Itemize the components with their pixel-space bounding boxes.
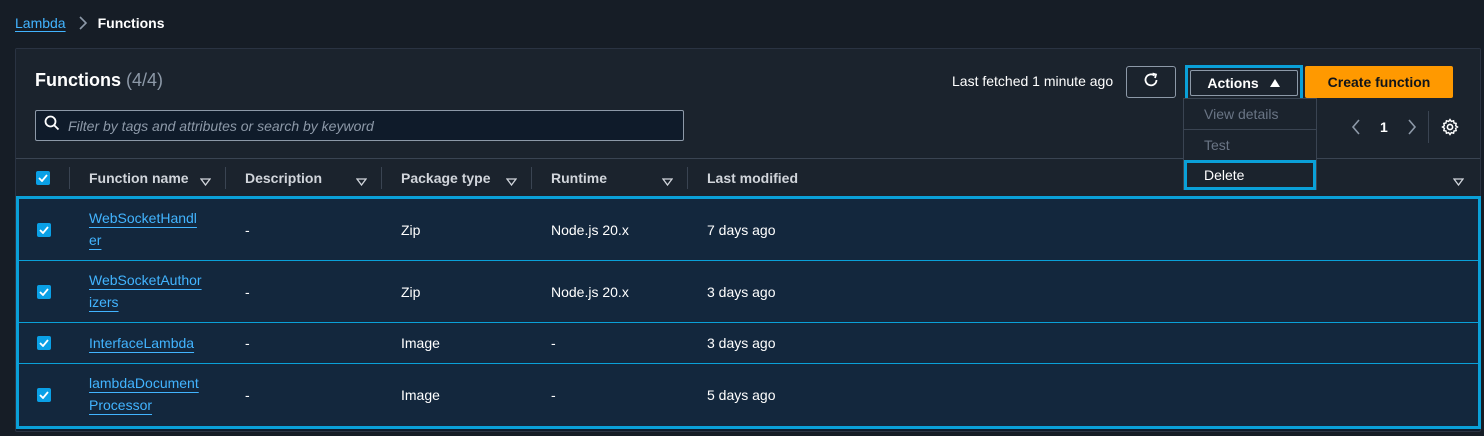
search-icon [44, 115, 60, 136]
checkbox-checked-icon [38, 174, 48, 182]
table-row[interactable]: WebSocketHandl er - Zip Node.js 20.x 7 d… [19, 199, 1478, 261]
cell-runtime: - [551, 335, 556, 351]
column-header-last-modified[interactable]: Last modified [707, 170, 798, 186]
menu-item-test[interactable]: Test [1184, 130, 1316, 160]
actions-dropdown-menu: View details Test Delete [1183, 98, 1317, 190]
function-name-line-2: er [89, 232, 102, 248]
checkbox-checked-icon [39, 391, 49, 399]
caret-down-icon[interactable] [1452, 173, 1465, 191]
chevron-right-icon[interactable] [1402, 119, 1422, 135]
cell-last-modified: 3 days ago [707, 284, 776, 300]
create-function-button[interactable]: Create function [1305, 66, 1453, 98]
cell-package-type: Image [401, 335, 440, 351]
actions-button[interactable]: Actions [1190, 70, 1298, 96]
cell-description: - [245, 335, 250, 351]
actions-label: Actions [1207, 75, 1259, 91]
caret-down-icon[interactable] [355, 173, 368, 191]
page-number[interactable]: 1 [1380, 119, 1388, 135]
menu-item-view-details[interactable]: View details [1184, 99, 1316, 129]
table-row[interactable]: InterfaceLambda - Image - 3 days ago [19, 323, 1478, 364]
cell-description: - [245, 222, 250, 238]
chevron-left-icon[interactable] [1346, 119, 1366, 135]
checkbox-checked-icon [39, 339, 49, 347]
cell-package-type: Zip [401, 284, 421, 300]
cell-last-modified: 3 days ago [707, 335, 776, 351]
function-name-line-2: Processor [89, 397, 153, 413]
select-all-checkbox[interactable] [36, 171, 50, 185]
function-name-line-1: WebSocketAuthor [89, 272, 202, 288]
row-checkbox[interactable] [37, 388, 51, 402]
cell-last-modified: 5 days ago [707, 387, 776, 403]
function-name-line-1: lambdaDocument [89, 375, 199, 391]
row-checkbox[interactable] [37, 336, 51, 350]
column-divider [69, 167, 70, 189]
breadcrumb-current: Functions [97, 15, 165, 31]
cell-package-type: Image [401, 387, 440, 403]
function-name-link[interactable]: WebSocketHandl er [89, 207, 197, 251]
last-fetched-text: Last fetched 1 minute ago [952, 73, 1114, 89]
column-divider [381, 167, 382, 189]
column-header-runtime[interactable]: Runtime [551, 170, 607, 186]
checkbox-checked-icon [39, 226, 49, 234]
panel-title: Functions (4/4) [35, 70, 163, 91]
search-field[interactable] [35, 110, 684, 141]
caret-down-icon[interactable] [199, 173, 212, 191]
caret-down-icon[interactable] [661, 173, 674, 191]
chevron-right-icon [78, 16, 88, 30]
row-checkbox[interactable] [37, 223, 51, 237]
cell-runtime: Node.js 20.x [551, 284, 629, 300]
refresh-button[interactable] [1126, 66, 1176, 98]
cell-description: - [245, 284, 250, 300]
function-name-link[interactable]: lambdaDocument Processor [89, 372, 199, 416]
cell-description: - [245, 387, 250, 403]
function-name-link[interactable]: WebSocketAuthor izers [89, 269, 202, 313]
table-row[interactable]: lambdaDocument Processor - Image - 5 day… [19, 364, 1478, 426]
actions-button-highlight: Actions [1185, 65, 1303, 101]
function-name-line-2: izers [89, 294, 119, 310]
column-header-function-name[interactable]: Function name [89, 170, 189, 186]
gear-icon[interactable] [1441, 118, 1459, 136]
selected-rows-highlight: WebSocketHandl er - Zip Node.js 20.x 7 d… [16, 196, 1481, 429]
cell-runtime: - [551, 387, 556, 403]
function-name-line-1: WebSocketHandl [89, 210, 197, 226]
cell-package-type: Zip [401, 222, 421, 238]
caret-down-icon[interactable] [505, 173, 518, 191]
column-divider [225, 167, 226, 189]
cell-runtime: Node.js 20.x [551, 222, 629, 238]
search-input[interactable] [68, 117, 668, 134]
row-checkbox[interactable] [37, 285, 51, 299]
column-header-description[interactable]: Description [245, 170, 322, 186]
menu-item-delete[interactable]: Delete [1184, 160, 1316, 190]
panel-title-text: Functions [35, 70, 121, 90]
column-divider [687, 167, 688, 189]
pagination: 1 [1346, 111, 1459, 143]
cell-last-modified: 7 days ago [707, 222, 776, 238]
function-name-line-1: InterfaceLambda [89, 335, 195, 351]
refresh-icon [1142, 71, 1160, 94]
table-row[interactable]: WebSocketAuthor izers - Zip Node.js 20.x… [19, 261, 1478, 323]
pager-divider [1427, 111, 1429, 143]
function-count: (4/4) [126, 70, 164, 90]
triangle-up-icon [1269, 75, 1281, 91]
breadcrumb-lambda-link[interactable]: Lambda [15, 15, 66, 31]
column-header-package-type[interactable]: Package type [401, 170, 491, 186]
breadcrumb: Lambda Functions [15, 13, 164, 33]
function-name-link[interactable]: InterfaceLambda [89, 332, 194, 354]
column-divider [531, 167, 532, 189]
checkbox-checked-icon [39, 288, 49, 296]
